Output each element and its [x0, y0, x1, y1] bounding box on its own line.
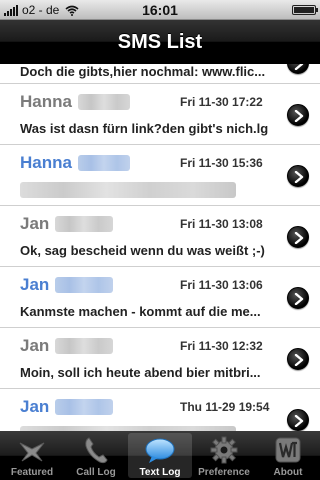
- status-bar: o2 - de 16:01: [0, 0, 320, 20]
- tab-preference[interactable]: Preference: [192, 431, 256, 480]
- message-date: Fri 11-30 13:06: [180, 278, 263, 292]
- battery-icon: [292, 5, 318, 15]
- message-preview: Was ist dasn fürn link?den gibt's nich.l…: [20, 121, 269, 136]
- list-item[interactable]: Hanna Fri 11-30 15:36: [0, 145, 320, 206]
- tab-call-log[interactable]: Call Log: [64, 431, 128, 480]
- contact-name: Jan: [20, 336, 114, 356]
- featured-icon: [16, 435, 48, 465]
- about-logo-icon: [272, 435, 304, 465]
- list-item[interactable]: Hanna Fri 11-30 17:22 Was ist dasn fürn …: [0, 84, 320, 145]
- redacted-surname: [55, 277, 114, 293]
- contact-first-name: Hanna: [20, 92, 72, 111]
- disclosure-arrow-icon[interactable]: [287, 348, 309, 370]
- contact-name: Jan: [20, 275, 114, 295]
- message-preview: Kanmste machen - kommt auf die me...: [20, 304, 261, 319]
- speech-bubble-icon: [144, 437, 176, 467]
- battery-level: [294, 7, 314, 13]
- contact-first-name: Hanna: [20, 153, 72, 172]
- disclosure-arrow-icon[interactable]: [287, 104, 309, 126]
- page-title: SMS List: [117, 31, 203, 53]
- tab-label: Preference: [198, 467, 250, 478]
- gear-icon: [208, 435, 240, 465]
- message-preview: Doch die gibts,hier nochmal: www.flic...: [20, 64, 266, 79]
- message-preview: Moin, soll ich heute abend bier mitbri..…: [20, 365, 261, 380]
- list-item[interactable]: Doch die gibts,hier nochmal: www.flic...: [0, 64, 320, 84]
- contact-name: Hanna: [20, 153, 130, 173]
- disclosure-arrow-icon[interactable]: [287, 64, 309, 74]
- disclosure-arrow-icon[interactable]: [287, 226, 309, 248]
- nav-bar: SMS List: [0, 20, 320, 64]
- message-date: Fri 11-30 13:08: [180, 217, 263, 231]
- contact-name: Hanna: [20, 92, 130, 112]
- contact-first-name: Jan: [20, 336, 50, 355]
- clock: 16:01: [142, 2, 178, 18]
- tab-label: Featured: [10, 467, 54, 478]
- contact-first-name: Jan: [20, 214, 50, 233]
- disclosure-arrow-icon[interactable]: [287, 287, 309, 309]
- message-date: Thu 11-29 19:54: [180, 400, 270, 414]
- phone-icon: [80, 435, 112, 465]
- tab-bar: Featured Call Log Text Log Preference Ab…: [0, 431, 320, 480]
- redacted-surname: [55, 216, 114, 232]
- redacted-message: [20, 182, 236, 198]
- contact-first-name: Jan: [20, 397, 50, 416]
- message-date: Fri 11-30 17:22: [180, 95, 263, 109]
- message-preview: Ok, sag bescheid wenn du was weißt ;-): [20, 243, 265, 258]
- disclosure-arrow-icon[interactable]: [287, 409, 309, 431]
- tab-featured[interactable]: Featured: [0, 431, 64, 480]
- tab-text-log[interactable]: Text Log: [128, 433, 192, 478]
- message-date: Fri 11-30 15:36: [180, 156, 263, 170]
- list-item[interactable]: Jan Fri 11-30 13:06 Kanmste machen - kom…: [0, 267, 320, 328]
- redacted-surname: [55, 338, 114, 354]
- list-item[interactable]: Jan Fri 11-30 12:32 Moin, soll ich heute…: [0, 328, 320, 389]
- redacted-surname: [77, 155, 130, 171]
- tab-about[interactable]: About: [256, 431, 320, 480]
- list-item[interactable]: Jan Fri 11-30 13:08 Ok, sag bescheid wen…: [0, 206, 320, 267]
- message-date: Fri 11-30 12:32: [180, 339, 263, 353]
- list-item[interactable]: Jan Thu 11-29 19:54: [0, 389, 320, 432]
- redacted-surname: [77, 94, 130, 110]
- sms-list[interactable]: Doch die gibts,hier nochmal: www.flic...…: [0, 64, 320, 432]
- contact-name: Jan: [20, 397, 114, 417]
- tab-label: Call Log: [76, 467, 116, 478]
- tab-label: About: [273, 467, 303, 478]
- contact-name: Jan: [20, 214, 114, 234]
- disclosure-arrow-icon[interactable]: [287, 165, 309, 187]
- tab-label: Text Log: [139, 467, 181, 478]
- redacted-surname: [55, 399, 114, 415]
- contact-first-name: Jan: [20, 275, 50, 294]
